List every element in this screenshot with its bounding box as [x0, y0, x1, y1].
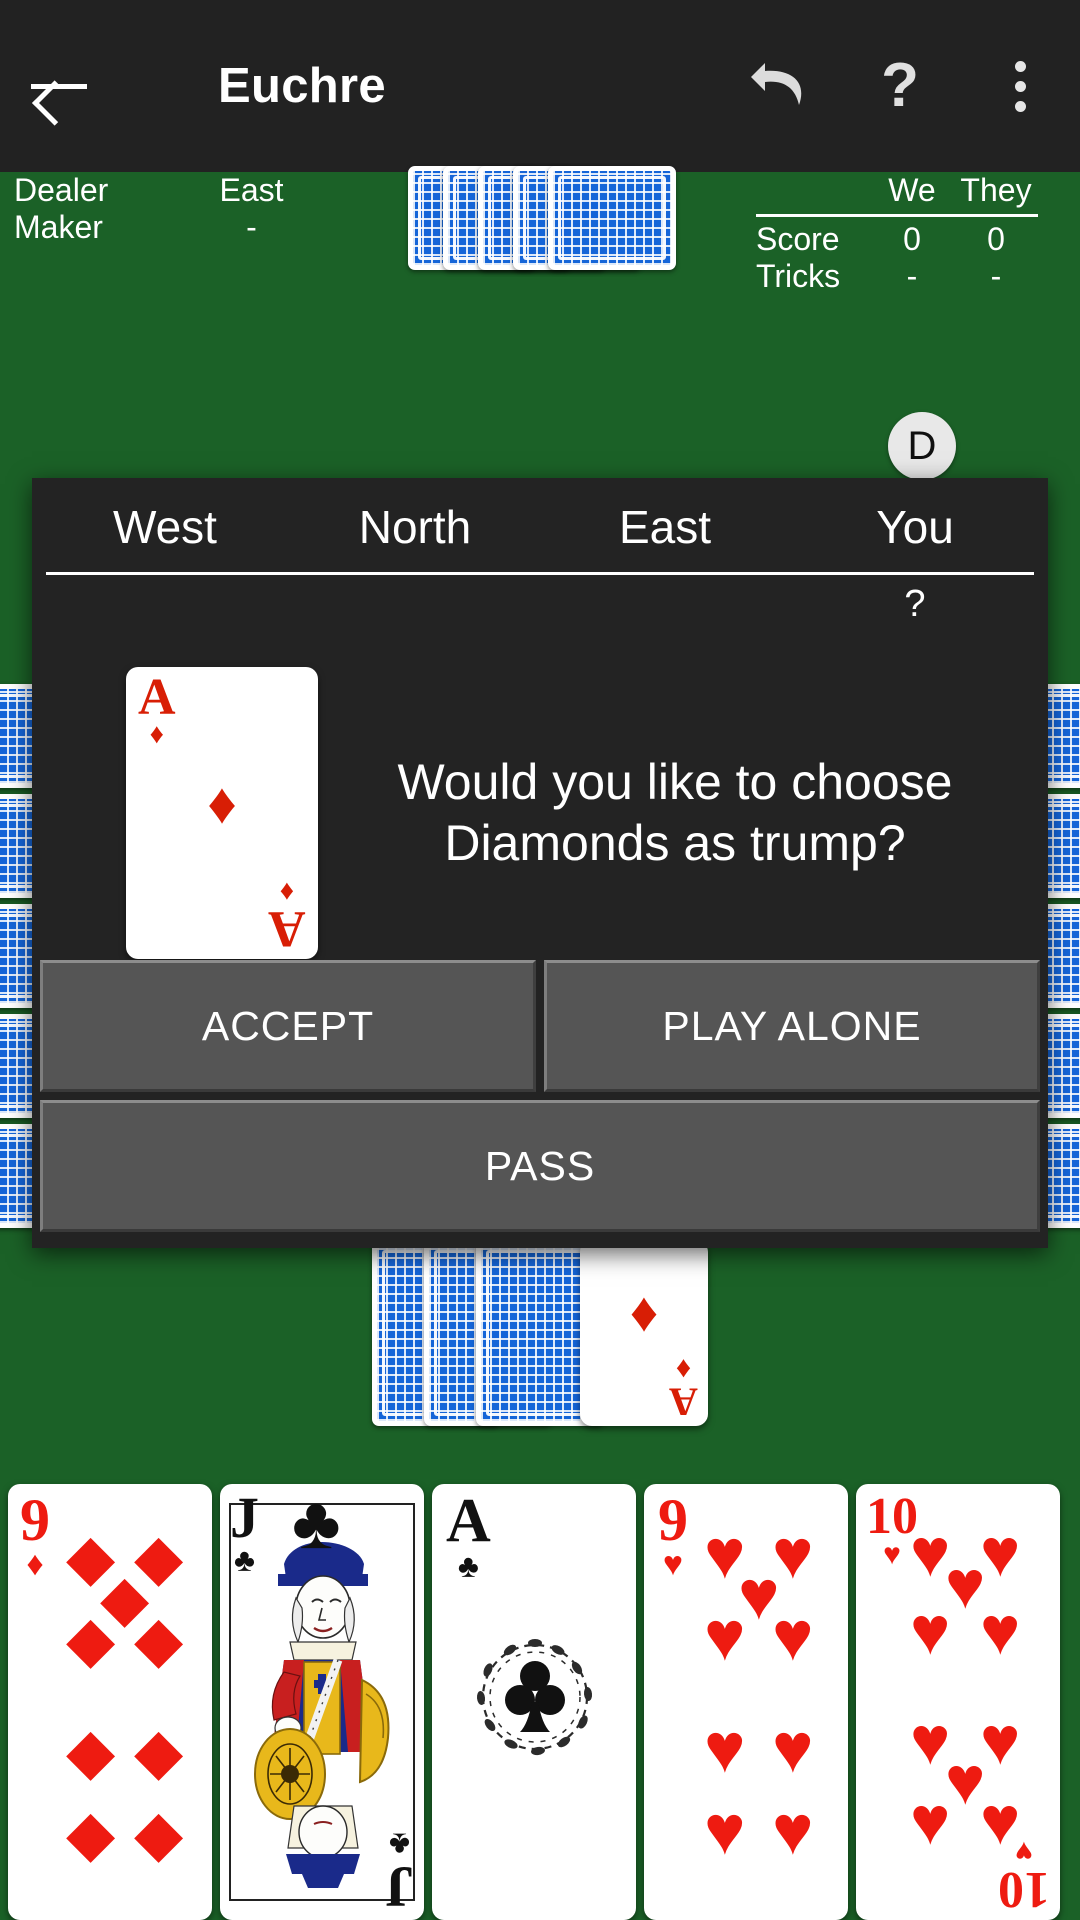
- bid-col-east: East: [618, 501, 712, 553]
- bid-col-north: North: [358, 501, 472, 553]
- dealer-badge: D: [888, 412, 956, 480]
- card-corner-bottom: A ♦: [268, 875, 306, 957]
- card-corner-bottom: J ♣: [385, 1825, 414, 1919]
- back-button[interactable]: [0, 0, 118, 172]
- page-title: Euchre: [218, 59, 386, 113]
- maker-row: Maker -: [14, 209, 304, 246]
- player-hand: 9 ♦ ◆ ◆ ◆ ◆ ◆ ◆ ◆ ◆ ◆ J ♣ ♣ J ♣ A ♣ 9 ♥ …: [8, 1484, 1080, 1920]
- card-pip: ♣: [292, 1484, 341, 1564]
- north-hand: [408, 166, 676, 270]
- hand-card-ace-clubs[interactable]: A ♣: [432, 1484, 636, 1920]
- card-back: [548, 166, 676, 270]
- undo-icon: [749, 61, 811, 111]
- question-mark-icon: ?: [881, 51, 919, 120]
- accept-button[interactable]: ACCEPT: [40, 960, 536, 1092]
- card-pip: ♥: [704, 1791, 746, 1869]
- card-corner-top: J ♣: [230, 1485, 259, 1579]
- card-pip: ◆: [134, 1715, 184, 1787]
- game-screen: Euchre ? Dealer East Maker - We They Sco…: [0, 0, 1080, 1920]
- undo-button[interactable]: [720, 0, 840, 172]
- tricks-label: Tricks: [756, 258, 841, 294]
- bid-col-you: You: [876, 501, 954, 553]
- dialog-button-row-secondary: PASS: [40, 1100, 1040, 1232]
- pass-button[interactable]: PASS: [40, 1100, 1040, 1232]
- ace-wreath-illustration: [476, 1639, 593, 1756]
- scoreboard: We They Score 0 0 Tricks - -: [756, 172, 1038, 295]
- hand-card-9-hearts[interactable]: 9 ♥ ♥ ♥ ♥ ♥ ♥ ♥ ♥ ♥ ♥: [644, 1484, 848, 1920]
- hand-card-jack-clubs[interactable]: J ♣ ♣ J ♣: [220, 1484, 424, 1920]
- card-pip: ♥: [772, 1709, 814, 1787]
- score-row: Score 0 0: [756, 221, 1038, 258]
- score-they-value: 0: [987, 221, 1005, 257]
- play-alone-button[interactable]: PLAY ALONE: [544, 960, 1040, 1092]
- hand-card-9-diamonds[interactable]: 9 ♦ ◆ ◆ ◆ ◆ ◆ ◆ ◆ ◆ ◆: [8, 1484, 212, 1920]
- bid-cell-you: ?: [904, 583, 926, 625]
- card-pip: ♥: [980, 1515, 1021, 1591]
- card-pip: ◆: [66, 1797, 116, 1869]
- bid-col-west: West: [113, 501, 217, 553]
- dealer-value: East: [219, 172, 284, 208]
- bid-cell-north: [290, 583, 540, 635]
- kitty-pile[interactable]: ♦ A ♦: [372, 1240, 708, 1426]
- bidding-table-header: West North East You: [40, 478, 1040, 554]
- kitty-upcard-corner: A ♦: [669, 1352, 698, 1424]
- card-pip: ◆: [100, 1562, 150, 1634]
- card-corner-top: 9 ♦: [20, 1487, 50, 1583]
- score-we-value: 0: [903, 221, 921, 257]
- scoreboard-col-we: We: [888, 172, 936, 208]
- card-pip: ♥: [980, 1593, 1021, 1669]
- scoreboard-col-they: They: [960, 172, 1032, 208]
- kitty-upcard[interactable]: ♦ A ♦: [580, 1240, 708, 1426]
- card-pip: ♥: [910, 1593, 951, 1669]
- bidding-table-row: ?: [40, 575, 1040, 635]
- card-center-pip: ♦: [207, 771, 237, 836]
- scoreboard-divider: [756, 214, 1038, 217]
- card-pip: ♥: [704, 1709, 746, 1787]
- card-pip: ◆: [66, 1715, 116, 1787]
- kitty-upcard-center-pip: ♦: [629, 1280, 659, 1343]
- tricks-row: Tricks - -: [756, 258, 1038, 295]
- three-dot-menu-icon: [1014, 60, 1026, 112]
- tricks-they-value: -: [990, 258, 1002, 294]
- card-pip: ♥: [910, 1783, 951, 1859]
- bidding-table: West North East You ?: [32, 478, 1048, 635]
- trump-bid-dialog: West North East You ? A ♦ ♦ A ♦ Would yo…: [32, 478, 1048, 1248]
- dialog-upcard-ace-diamonds: A ♦ ♦ A ♦: [126, 667, 318, 959]
- card-pip: ♥: [980, 1703, 1021, 1779]
- dealer-label: Dealer: [14, 172, 109, 208]
- hand-card-10-hearts[interactable]: 10 ♥ ♥ ♥ ♥ ♥ ♥ ♥ ♥ ♥ ♥ ♥ 10 ♥: [856, 1484, 1060, 1920]
- maker-label: Maker: [14, 209, 103, 245]
- score-label: Score: [756, 221, 840, 257]
- card-pip: ♥: [772, 1791, 814, 1869]
- tricks-we-value: -: [906, 258, 918, 294]
- dialog-question-text: Would you like to choose Diamonds as tru…: [397, 754, 953, 871]
- dialog-body: A ♦ ♦ A ♦ Would you like to choose Diamo…: [32, 635, 1048, 965]
- dealer-row: Dealer East: [14, 172, 304, 209]
- card-pip: ♥: [738, 1556, 780, 1634]
- overflow-menu-button[interactable]: [960, 0, 1080, 172]
- dialog-button-row-primary: ACCEPT PLAY ALONE: [40, 960, 1040, 1092]
- card-corner-top: 9 ♥: [658, 1487, 688, 1583]
- back-arrow-icon: [31, 63, 87, 109]
- dialog-buttons: ACCEPT PLAY ALONE PASS: [40, 960, 1040, 1240]
- card-corner-top: A ♦: [138, 669, 176, 751]
- table-info: Dealer East Maker -: [14, 172, 304, 246]
- scoreboard-header: We They: [756, 172, 1038, 209]
- app-bar-actions: ?: [720, 0, 1080, 172]
- card-corner-bottom: 10 ♥: [998, 1834, 1050, 1918]
- card-pip: ◆: [134, 1797, 184, 1869]
- app-bar: Euchre ?: [0, 0, 1080, 172]
- bid-cell-east: [540, 583, 790, 635]
- bid-cell-west: [40, 583, 290, 635]
- help-button[interactable]: ?: [840, 0, 960, 172]
- card-corner-top: A ♣: [446, 1487, 491, 1584]
- maker-value: -: [246, 209, 257, 245]
